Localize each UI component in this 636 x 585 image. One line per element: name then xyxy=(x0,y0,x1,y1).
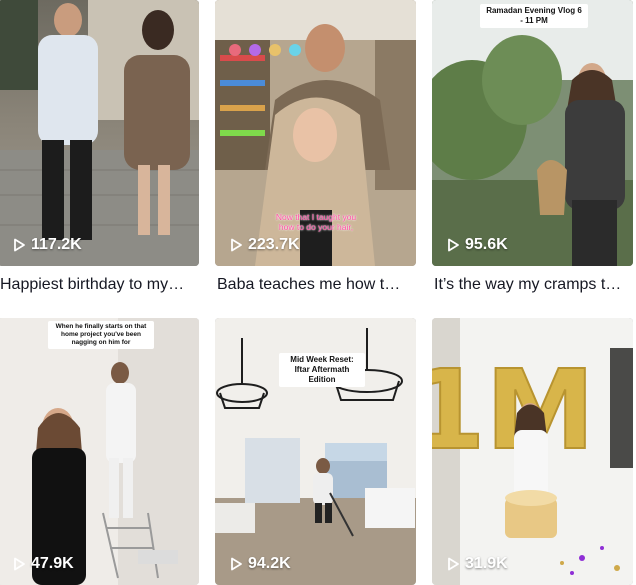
video-card[interactable]: Mid Week Reset: Iftar Aftermath Edition … xyxy=(215,318,416,585)
video-card[interactable]: Ramadan Evening Vlog 6 - 11 PM 95.6K It’… xyxy=(432,0,633,295)
video-thumbnail[interactable]: Mid Week Reset: Iftar Aftermath Edition … xyxy=(215,318,416,585)
play-icon xyxy=(448,557,459,571)
view-count: 223.7K xyxy=(229,236,300,254)
view-count-label: 47.9K xyxy=(31,555,74,572)
video-thumbnail[interactable]: Now that I taught you how to do your hai… xyxy=(215,0,416,266)
play-icon xyxy=(448,238,459,252)
play-icon xyxy=(231,238,242,252)
view-count: 47.9K xyxy=(12,555,74,573)
view-count-label: 223.7K xyxy=(248,236,300,253)
view-count-label: 94.2K xyxy=(248,555,291,572)
video-card[interactable]: 1M 31.9K xyxy=(432,318,633,585)
video-overlay-text: Ramadan Evening Vlog 6 - 11 PM xyxy=(480,4,588,28)
video-overlay-text: When he finally starts on that home proj… xyxy=(48,321,154,349)
balloon-number: 1M xyxy=(432,346,595,474)
view-count-label: 117.2K xyxy=(31,236,82,253)
thumbnail-image: 1M xyxy=(432,318,633,585)
thumbnail-image xyxy=(0,318,199,585)
view-count: 31.9K xyxy=(446,555,508,573)
view-count: 95.6K xyxy=(446,236,508,254)
video-overlay-text: Mid Week Reset: Iftar Aftermath Edition xyxy=(279,353,365,387)
video-overlay-text: Now that I taught you how to do your hai… xyxy=(275,212,357,232)
video-card[interactable]: 117.2K Happiest birthday to my… xyxy=(0,0,199,295)
video-thumbnail[interactable]: 1M 31.9K xyxy=(432,318,633,585)
thumbnail-image xyxy=(432,0,633,266)
video-card[interactable]: Now that I taught you how to do your hai… xyxy=(215,0,416,295)
video-grid: 117.2K Happiest birthday to my… Now that… xyxy=(0,0,636,585)
video-caption[interactable]: It’s the way my cramps t… xyxy=(432,275,633,295)
video-caption[interactable]: Happiest birthday to my… xyxy=(0,275,199,295)
play-icon xyxy=(14,557,25,571)
thumbnail-image xyxy=(0,0,199,266)
view-count-label: 95.6K xyxy=(465,236,508,253)
view-count: 117.2K xyxy=(12,236,82,254)
video-caption[interactable]: Baba teaches me how t… xyxy=(215,275,416,295)
video-thumbnail[interactable]: 117.2K xyxy=(0,0,199,266)
view-count: 94.2K xyxy=(229,555,291,573)
play-icon xyxy=(14,238,25,252)
video-thumbnail[interactable]: When he finally starts on that home proj… xyxy=(0,318,199,585)
video-card[interactable]: When he finally starts on that home proj… xyxy=(0,318,199,585)
view-count-label: 31.9K xyxy=(465,555,508,572)
play-icon xyxy=(231,557,242,571)
video-thumbnail[interactable]: Ramadan Evening Vlog 6 - 11 PM 95.6K xyxy=(432,0,633,266)
